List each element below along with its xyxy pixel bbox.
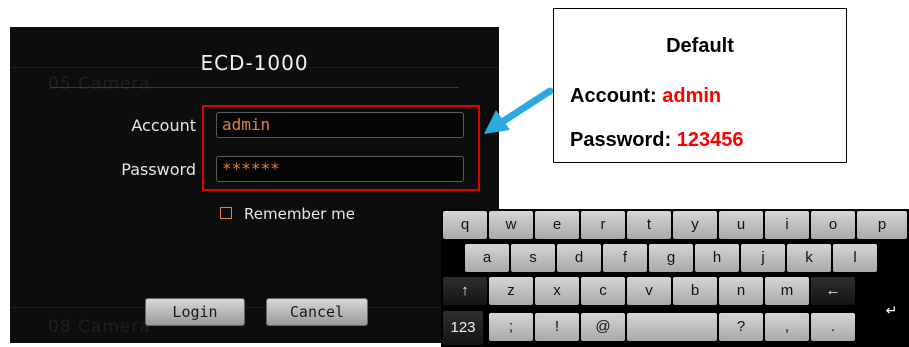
callout-password-line: Password: 123456: [570, 129, 743, 152]
backspace-key[interactable]: ←: [811, 277, 855, 305]
account-label: Account: [131, 116, 196, 135]
cancel-button[interactable]: Cancel: [266, 298, 368, 326]
login-button[interactable]: Login: [145, 298, 245, 326]
key-q[interactable]: q: [443, 211, 487, 239]
key-exclamation[interactable]: !: [535, 313, 579, 341]
key-at[interactable]: @: [581, 313, 625, 341]
remember-me-checkbox[interactable]: Remember me: [220, 205, 355, 223]
key-i[interactable]: i: [765, 211, 809, 239]
key-j[interactable]: j: [741, 244, 785, 272]
default-credentials-callout: Default Account: admin Password: 123456: [553, 8, 847, 163]
key-u[interactable]: u: [719, 211, 763, 239]
key-c[interactable]: c: [581, 277, 625, 305]
key-g[interactable]: g: [649, 244, 693, 272]
callout-password-value: 123456: [676, 129, 744, 151]
key-l[interactable]: l: [833, 244, 877, 272]
key-comma[interactable]: ,: [765, 313, 809, 341]
key-z[interactable]: z: [489, 277, 533, 305]
key-b[interactable]: b: [673, 277, 717, 305]
numbers-toggle-key[interactable]: 123: [443, 311, 483, 345]
title-divider: [50, 87, 459, 88]
key-t[interactable]: t: [627, 211, 671, 239]
callout-password-prefix: Password:: [570, 129, 672, 151]
key-e[interactable]: e: [535, 211, 579, 239]
background-camera-label: 08 Camera: [48, 317, 151, 337]
callout-account-line: Account: admin: [570, 85, 721, 108]
key-s[interactable]: s: [511, 244, 555, 272]
key-v[interactable]: v: [627, 277, 671, 305]
key-period[interactable]: .: [811, 313, 855, 341]
pointer-arrow-icon: [484, 87, 554, 134]
key-p[interactable]: p: [857, 211, 907, 239]
password-input[interactable]: ******: [216, 156, 464, 182]
background-camera-label: 05 Camera: [48, 74, 151, 94]
key-o[interactable]: o: [811, 211, 855, 239]
login-dialog: 05 Camera 08 Camera ECD-1000 Account adm…: [10, 27, 499, 343]
key-h[interactable]: h: [695, 244, 739, 272]
key-k[interactable]: k: [787, 244, 831, 272]
key-n[interactable]: n: [719, 277, 763, 305]
on-screen-keyboard: q w e r t y u i o p a s d f g h j k l ↑ …: [441, 209, 909, 347]
checkbox-icon[interactable]: [220, 207, 232, 219]
key-m[interactable]: m: [765, 277, 809, 305]
key-a[interactable]: a: [465, 244, 509, 272]
enter-key[interactable]: ↵: [874, 275, 909, 347]
dialog-title: ECD-1000: [200, 51, 309, 75]
space-key[interactable]: [627, 313, 717, 341]
remember-me-label: Remember me: [244, 205, 355, 223]
key-f[interactable]: f: [603, 244, 647, 272]
account-input[interactable]: admin: [216, 112, 464, 138]
password-label: Password: [121, 160, 196, 179]
shift-key[interactable]: ↑: [443, 277, 487, 305]
key-x[interactable]: x: [535, 277, 579, 305]
key-r[interactable]: r: [581, 211, 625, 239]
background-grid-line: [10, 307, 499, 308]
key-semicolon[interactable]: ;: [489, 313, 533, 341]
key-d[interactable]: d: [557, 244, 601, 272]
key-question[interactable]: ?: [719, 313, 763, 341]
key-y[interactable]: y: [673, 211, 717, 239]
callout-account-prefix: Account:: [570, 85, 657, 107]
callout-account-value: admin: [662, 85, 722, 107]
callout-title: Default: [666, 35, 734, 57]
key-w[interactable]: w: [489, 211, 533, 239]
